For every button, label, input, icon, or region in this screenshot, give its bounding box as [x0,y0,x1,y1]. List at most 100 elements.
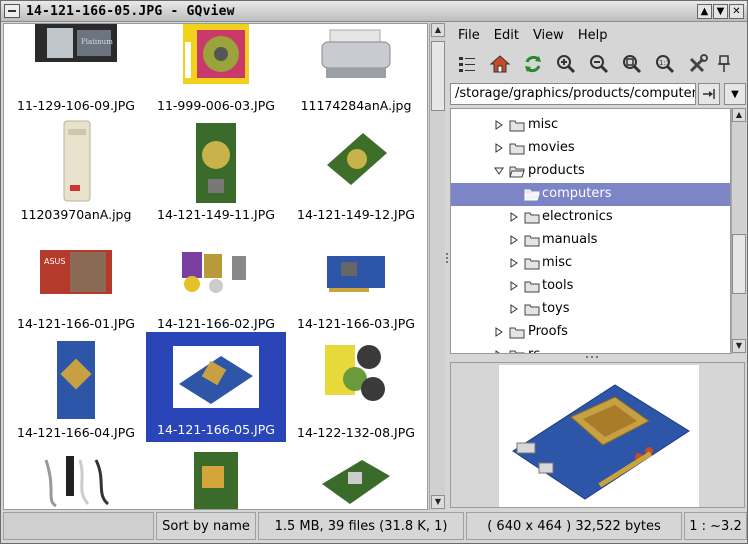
thumbnail-item[interactable]: 11174284anA.jpg [286,24,426,130]
folder-icon [524,258,540,270]
pin-button[interactable] [716,50,732,78]
thumbnail-scrollbar[interactable]: ▲ ▼ [429,23,445,510]
folder-tree[interactable]: misc movies products computers electroni… [450,108,731,354]
thumbnail-item[interactable]: 14-121-149-11.JPG [146,123,286,239]
tools-icon [689,54,708,73]
thumbnail-item[interactable]: 11-999-006-03.JPG [146,24,286,130]
path-input[interactable]: /storage/graphics/products/computers [450,83,696,105]
path-go-button[interactable] [698,83,720,105]
thumbnail-item[interactable] [286,458,426,509]
home-button[interactable] [485,50,515,78]
menu-edit[interactable]: Edit [494,28,519,43]
chevron-down-icon: ▼ [731,88,739,100]
pci-card-photo [322,460,390,504]
scrollbar-thumb[interactable] [431,41,445,111]
expand-arrow-icon[interactable] [509,258,519,268]
scrollbar-thumb[interactable] [732,234,746,294]
tree-item-misc-2[interactable]: misc [451,252,730,275]
tree-item-movies[interactable]: movies [451,137,730,160]
thumbnail-item[interactable] [6,456,146,509]
thumbnail-item[interactable]: 14-122-132-08.JPG [286,345,426,457]
close-button[interactable]: ✕ [729,3,744,19]
zoom-original-button[interactable]: 1:1 [650,50,680,78]
expand-arrow-icon[interactable] [509,304,519,314]
cables-photo [44,456,110,508]
zoom-fit-button[interactable] [617,50,647,78]
thumbnail-item[interactable]: 14-121-166-04.JPG [6,341,146,457]
preview-canvas [499,365,699,507]
svg-text:Platinum: Platinum [81,38,113,46]
tree-item-toys[interactable]: toys [451,298,730,321]
thumbnails-toggle-button[interactable] [452,50,482,78]
collapse-arrow-icon[interactable] [494,166,504,176]
refresh-button[interactable] [518,50,548,78]
tower-pc-photo [63,120,91,202]
scroll-up-icon[interactable]: ▲ [431,23,445,37]
thumbnail-label: 11-129-106-09.JPG [17,98,135,113]
thumbnail-item[interactable] [146,448,286,509]
title-bar[interactable]: 14-121-166-05.JPG - GQview ▲ ▼ ✕ [1,1,747,22]
status-progress [3,512,154,540]
thumbnail-label: 11174284anA.jpg [300,98,412,113]
tree-item-manuals[interactable]: manuals [451,229,730,252]
thumbnail-item[interactable]: 14-121-149-12.JPG [286,131,426,239]
folder-icon [509,350,525,353]
path-history-dropdown[interactable]: ▼ [724,83,746,105]
expand-arrow-icon[interactable] [509,235,519,245]
scroll-down-icon[interactable]: ▼ [431,495,445,509]
zoom-out-button[interactable] [584,50,614,78]
tv-tuner-card-photo [194,452,238,509]
zoom-out-icon [590,55,609,74]
expand-arrow-icon[interactable] [509,281,519,291]
menu-view[interactable]: View [533,28,564,43]
folder-icon [524,235,540,247]
tree-item-tools[interactable]: tools [451,275,730,298]
pane-divider-handle[interactable] [445,251,449,271]
menu-file[interactable]: File [458,28,480,43]
zoom-in-button[interactable] [551,50,581,78]
thumbnail-label: 14-121-166-03.JPG [297,316,415,331]
thumbnail-item[interactable]: 14-121-166-03.JPG [286,240,426,348]
thumbnail-item-selected[interactable]: 14-121-166-05.JPG [146,332,286,442]
thumbnail-item[interactable]: ASUS 14-121-166-01.JPG [6,240,146,348]
selected-thumbnail-frame [173,346,259,408]
expand-arrow-icon[interactable] [509,212,519,222]
refresh-icon [525,55,541,73]
tree-item-electronics[interactable]: electronics [451,206,730,229]
shade-button[interactable]: ▲ [697,3,712,19]
sort-button[interactable]: Sort by name [156,512,256,540]
window-menu-button[interactable] [4,4,20,18]
minimize-button[interactable]: ▼ [713,3,728,19]
thumbnail-grid[interactable]: Platinum 11-129-106-09.JPG 11-999-006-03… [3,23,428,510]
tree-item-products[interactable]: products [451,160,730,183]
fan-package-photo [183,24,249,84]
thumbnail-item[interactable]: Platinum 11-129-106-09.JPG [6,24,146,130]
folder-icon [524,304,540,316]
splitter-handle[interactable] [586,356,606,360]
folder-icon [509,327,525,339]
preferences-button[interactable] [683,50,713,78]
graphics-card-photo [57,341,95,419]
scroll-down-icon[interactable]: ▼ [732,339,746,353]
tree-item-rc[interactable]: rc [451,344,730,354]
menu-bar: File Edit View Help [450,23,747,47]
tree-item-misc[interactable]: misc [451,114,730,137]
tree-item-proofs[interactable]: Proofs [451,321,730,344]
menu-help[interactable]: Help [578,28,608,43]
image-preview[interactable] [450,362,745,508]
thumbnail-label: 14-122-132-08.JPG [297,425,415,440]
status-image-info: ( 640 x 464 ) 32,522 bytes [466,512,682,540]
expand-arrow-icon[interactable] [494,120,504,130]
toolbar: 1:1 [450,49,747,79]
thumbnail-item[interactable]: 11203970anA.jpg [6,120,146,239]
thumbnail-label: 11-999-006-03.JPG [157,98,275,113]
tree-item-computers[interactable]: computers [451,183,730,206]
expand-arrow-icon[interactable] [494,350,504,354]
tree-scrollbar[interactable]: ▲ ▼ [731,108,746,354]
printer-photo [321,29,391,78]
scroll-up-icon[interactable]: ▲ [732,108,746,122]
thumbnail-label: 14-121-166-01.JPG [17,316,135,331]
expand-arrow-icon[interactable] [494,327,504,337]
folder-icon [524,281,540,293]
expand-arrow-icon[interactable] [494,143,504,153]
